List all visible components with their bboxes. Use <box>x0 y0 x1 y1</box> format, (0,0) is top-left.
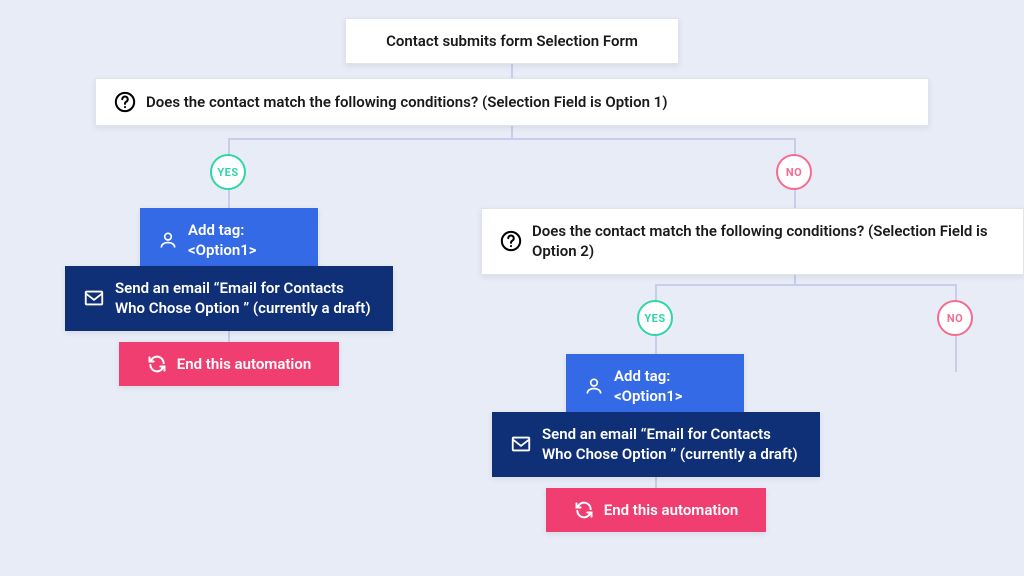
send-email-label: Send an email “Email for Contacts Who Ch… <box>115 278 375 319</box>
condition-label: Does the contact match the following con… <box>146 92 668 112</box>
yes-badge: YES <box>210 154 246 190</box>
question-icon <box>114 91 136 113</box>
question-icon <box>500 230 522 252</box>
yes-badge: YES <box>637 300 673 336</box>
end-label: End this automation <box>177 354 311 374</box>
refresh-icon <box>574 500 594 520</box>
envelope-icon <box>510 433 532 455</box>
add-tag-node[interactable]: Add tag: <Option1> <box>140 208 318 273</box>
trigger-node[interactable]: Contact submits form Selection Form <box>345 18 679 64</box>
add-tag-label: Add tag: <Option1> <box>188 220 300 261</box>
add-tag-label: Add tag: <Option1> <box>614 366 726 407</box>
send-email-node[interactable]: Send an email “Email for Contacts Who Ch… <box>492 412 820 477</box>
user-icon <box>158 230 178 250</box>
end-label: End this automation <box>604 500 738 520</box>
add-tag-node[interactable]: Add tag: <Option1> <box>566 354 744 419</box>
end-automation-node[interactable]: End this automation <box>119 342 339 386</box>
send-email-node[interactable]: Send an email “Email for Contacts Who Ch… <box>65 266 393 331</box>
no-badge: NO <box>937 300 973 336</box>
no-badge: NO <box>776 154 812 190</box>
send-email-label: Send an email “Email for Contacts Who Ch… <box>542 424 802 465</box>
refresh-icon <box>147 354 167 374</box>
trigger-label: Contact submits form Selection Form <box>386 31 638 51</box>
envelope-icon <box>83 287 105 309</box>
user-icon <box>584 376 604 396</box>
condition-node[interactable]: Does the contact match the following con… <box>95 78 929 126</box>
condition-node[interactable]: Does the contact match the following con… <box>481 208 1024 275</box>
end-automation-node[interactable]: End this automation <box>546 488 766 532</box>
condition-label: Does the contact match the following con… <box>532 221 1005 262</box>
